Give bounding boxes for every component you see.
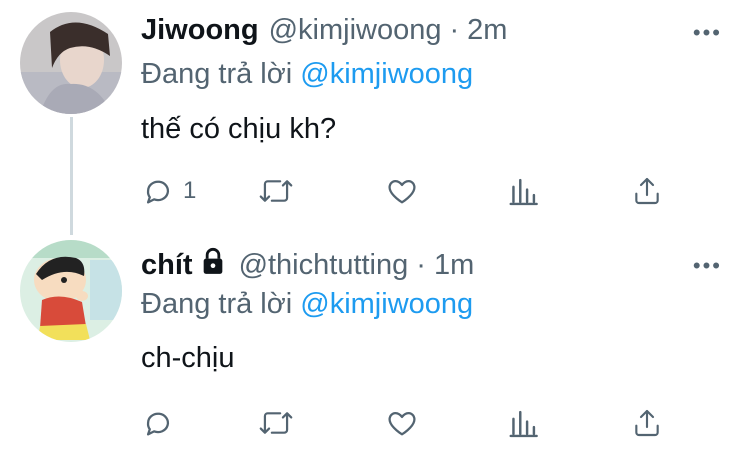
- tweet-actions: 1: [141, 171, 671, 211]
- replying-label: Đang trả lời: [141, 288, 293, 320]
- display-name[interactable]: Jiwoong: [141, 14, 259, 47]
- like-icon: [388, 411, 416, 436]
- tweet-actions: [141, 403, 671, 443]
- avatar-chit[interactable]: [20, 240, 122, 342]
- share-button[interactable]: [631, 171, 663, 211]
- replying-to-line: Đang trả lời @kimjiwoong: [141, 58, 473, 91]
- reply-button[interactable]: 1: [141, 171, 196, 211]
- like-icon: [388, 179, 416, 204]
- replying-mention-link[interactable]: @kimjiwoong: [300, 288, 473, 320]
- reply-count: 1: [183, 177, 197, 204]
- share-button[interactable]: [631, 403, 663, 443]
- avatar-jiwoong[interactable]: [20, 12, 122, 114]
- analytics-icon: [509, 178, 538, 206]
- user-handle[interactable]: @thichtutting: [239, 249, 409, 282]
- user-handle[interactable]: @kimjiwoong: [269, 14, 442, 47]
- separator-dot: ·: [449, 14, 460, 46]
- separator-dot: ·: [416, 248, 426, 281]
- avatar-cartoon: [20, 240, 122, 342]
- analytics-icon: [509, 410, 538, 438]
- more-icon[interactable]: •••: [693, 253, 722, 279]
- reply-button[interactable]: [141, 403, 183, 443]
- tweet-text: thế có chịu kh?: [141, 113, 337, 145]
- timestamp[interactable]: 1m: [434, 249, 474, 282]
- share-icon: [635, 177, 659, 205]
- tweet-text: ch-chịu: [141, 342, 235, 374]
- reply-icon: [146, 180, 170, 204]
- like-button[interactable]: [385, 171, 419, 211]
- retweet-button[interactable]: [258, 403, 294, 443]
- share-icon: [635, 409, 659, 437]
- replying-label: Đang trả lời: [141, 58, 293, 90]
- replying-mention-link[interactable]: @kimjiwoong: [300, 58, 473, 90]
- timestamp[interactable]: 2m: [467, 14, 507, 47]
- reply-icon: [146, 412, 170, 436]
- avatar-photo: [20, 12, 122, 114]
- retweet-icon: [259, 412, 293, 434]
- lock-icon: [201, 247, 225, 283]
- analytics-button[interactable]: [508, 171, 538, 211]
- replying-to-line: Đang trả lời @kimjiwoong: [141, 288, 473, 321]
- retweet-icon: [259, 180, 293, 202]
- display-name[interactable]: chít: [141, 249, 193, 282]
- more-icon[interactable]: •••: [693, 20, 722, 46]
- thread-connector-line: [70, 117, 73, 235]
- analytics-button[interactable]: [508, 403, 538, 443]
- like-button[interactable]: [385, 403, 419, 443]
- retweet-button[interactable]: [258, 171, 294, 211]
